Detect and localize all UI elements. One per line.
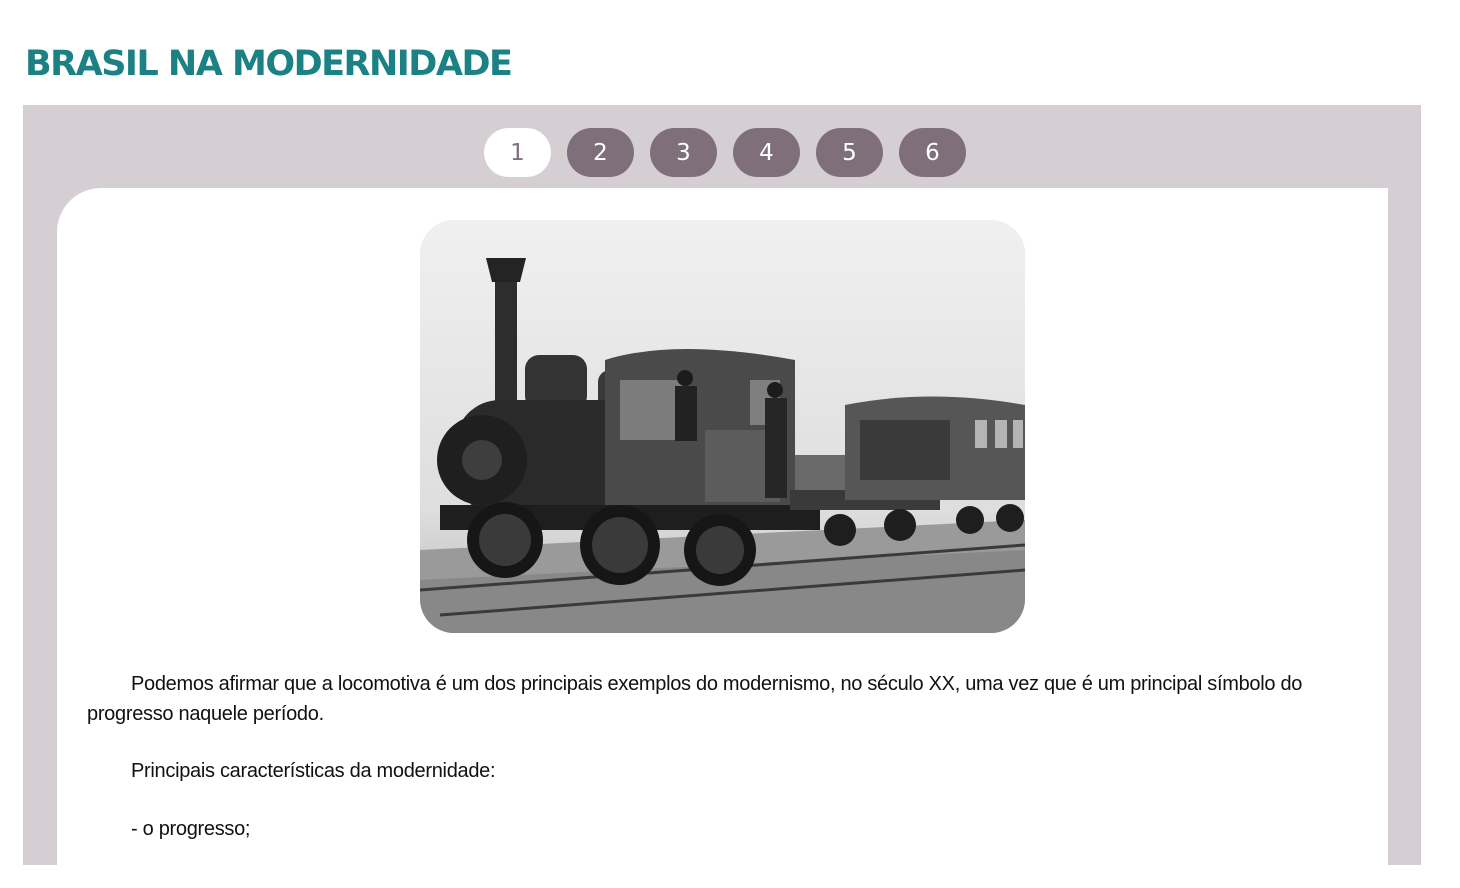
locomotive-photo: [420, 220, 1025, 633]
page-pagination: 1 2 3 4 5 6: [484, 128, 966, 177]
page-button-6[interactable]: 6: [899, 128, 966, 177]
paragraph-characteristics-heading: Principais características da modernidad…: [131, 760, 496, 782]
page-button-3[interactable]: 3: [650, 128, 717, 177]
paragraph-locomotive: Podemos afirmar que a locomotiva é um do…: [87, 673, 1303, 725]
page-button-5[interactable]: 5: [816, 128, 883, 177]
page-button-2[interactable]: 2: [567, 128, 634, 177]
page-button-1[interactable]: 1: [484, 128, 551, 177]
list-item-progress: - o progresso;: [131, 818, 251, 840]
page-title: BRASIL NA MODERNIDADE: [25, 44, 513, 84]
page-button-4[interactable]: 4: [733, 128, 800, 177]
